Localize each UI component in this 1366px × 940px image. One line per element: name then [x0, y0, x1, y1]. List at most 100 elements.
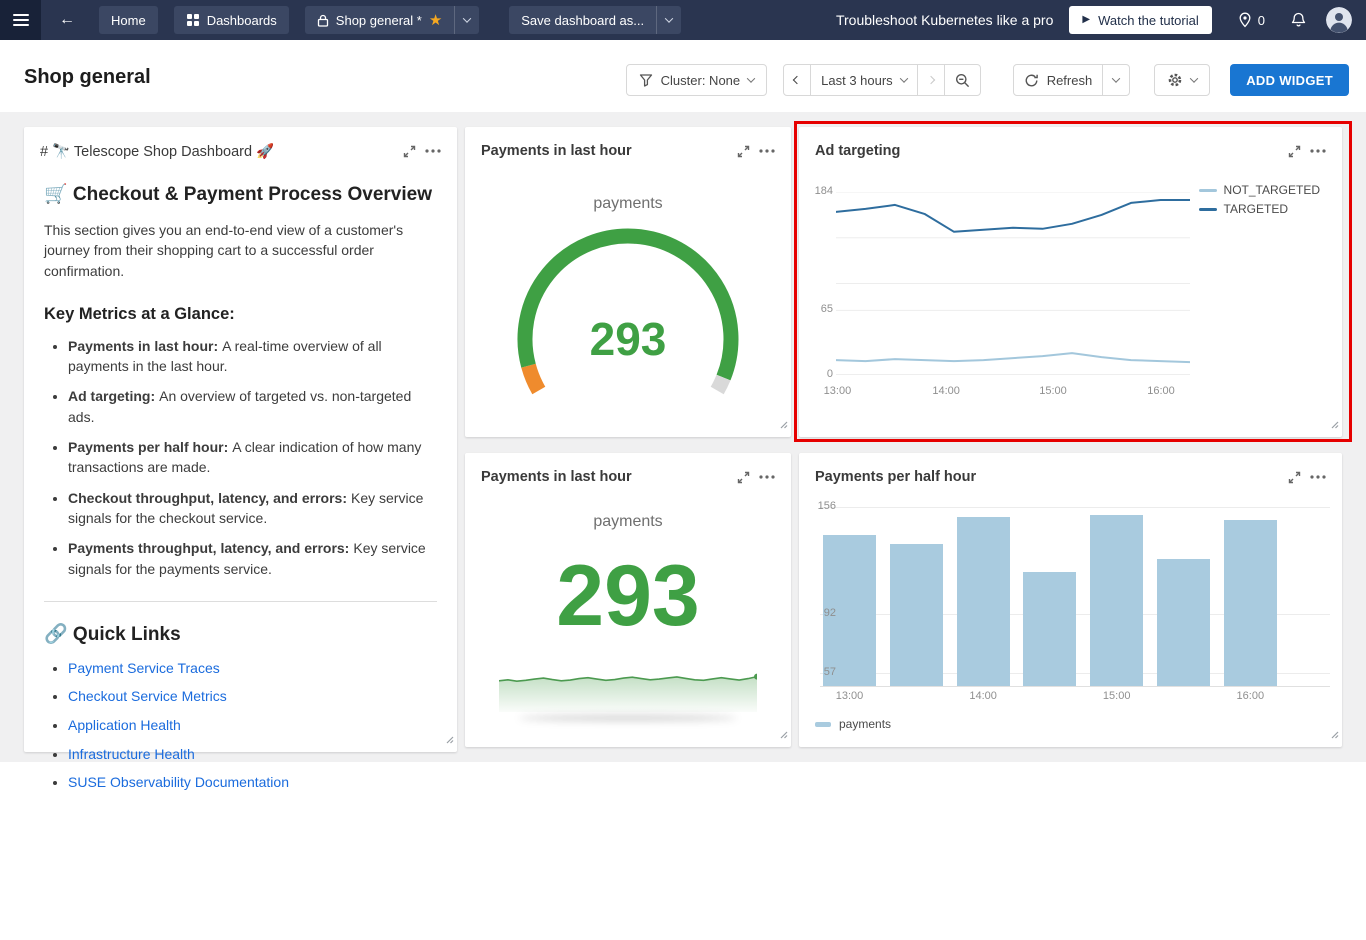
cluster-filter-label: Cluster: None [661, 73, 740, 88]
user-avatar[interactable] [1326, 7, 1352, 33]
refresh-label: Refresh [1047, 73, 1093, 88]
notifications-button[interactable] [1291, 12, 1306, 28]
chevron-right-icon [926, 76, 934, 84]
list-item: SUSE Observability Documentation [68, 773, 437, 793]
time-back-button[interactable] [784, 65, 810, 95]
filter-icon [639, 73, 653, 87]
widget-title: Payments in last hour [481, 469, 731, 485]
home-label: Home [111, 13, 146, 28]
gauge-arc-remainder [717, 378, 723, 391]
page-header: Shop general Cluster: None Last 3 hours … [0, 40, 1366, 112]
widget-menu-button[interactable] [755, 140, 779, 162]
chevron-left-icon [793, 76, 801, 84]
widget-payments-gauge: Payments in last hour payments 293 [465, 127, 791, 437]
ellipsis-icon [759, 475, 775, 479]
dashboards-grid-icon [186, 13, 200, 27]
watch-tutorial-button[interactable]: ▶ Watch the tutorial [1069, 6, 1211, 34]
promo-text: Troubleshoot Kubernetes like a pro [836, 12, 1053, 28]
link-suse-observability-documentation[interactable]: SUSE Observability Documentation [68, 774, 289, 790]
series-label: payments [465, 195, 791, 213]
bar-16:00 [1224, 520, 1277, 686]
widget-menu-button[interactable] [755, 466, 779, 488]
legend-swatch [1199, 189, 1217, 192]
bar-14:00 [957, 517, 1010, 686]
time-range-label: Last 3 hours [821, 73, 893, 88]
list-item: Infrastructure Health [68, 745, 437, 765]
refresh-icon [1024, 73, 1039, 88]
line-chart [836, 192, 1190, 375]
save-dashboard-as-button[interactable]: Save dashboard as... [509, 6, 656, 34]
expand-widget-button[interactable] [731, 140, 755, 162]
chevron-down-icon [899, 74, 907, 82]
gauge-chart: 293 [488, 217, 768, 429]
resize-handle[interactable] [1331, 416, 1339, 434]
time-range-button[interactable]: Last 3 hours [810, 65, 917, 95]
y-axis-labels: 1569257 [799, 500, 836, 686]
time-forward-button[interactable] [917, 65, 944, 95]
gauge-value: 293 [590, 313, 667, 365]
person-icon [1326, 7, 1352, 33]
ellipsis-icon [1310, 475, 1326, 479]
legend-item-TARGETED[interactable]: TARGETED [1199, 202, 1320, 216]
expand-widget-button[interactable] [397, 140, 421, 162]
sparkline-chart [499, 660, 757, 712]
resize-handle[interactable] [1331, 726, 1339, 744]
metric-value: 293 [465, 553, 791, 639]
bar-chart [820, 500, 1330, 686]
link-application-health[interactable]: Application Health [68, 717, 181, 733]
link-payment-service-traces[interactable]: Payment Service Traces [68, 660, 220, 676]
dashboard-toolbar: Cluster: None Last 3 hours Refresh [626, 64, 1349, 96]
widget-menu-button[interactable] [421, 140, 445, 162]
legend-label: payments [839, 717, 891, 731]
expand-widget-button[interactable] [731, 466, 755, 488]
resize-handle[interactable] [780, 416, 788, 434]
dashboards-button[interactable]: Dashboards [174, 6, 289, 34]
dashboard-switcher-chevron[interactable] [454, 6, 479, 34]
settings-button[interactable] [1154, 64, 1210, 96]
top-navigation-bar: ← Home Dashboards Shop general * ★ Save … [0, 0, 1366, 40]
resize-icon [780, 421, 788, 429]
widget-menu-button[interactable] [1306, 466, 1330, 488]
favorite-star-icon[interactable]: ★ [429, 13, 442, 28]
cluster-filter-button[interactable]: Cluster: None [626, 64, 767, 96]
expand-icon [736, 470, 751, 485]
play-icon: ▶ [1082, 15, 1090, 25]
home-button[interactable]: Home [99, 6, 158, 34]
x-axis-labels: 13:0014:0015:0016:00 [836, 385, 1190, 399]
dashboard-switcher-button[interactable]: Shop general * ★ [305, 6, 454, 34]
refresh-button[interactable]: Refresh [1014, 65, 1103, 95]
legend-swatch [1199, 208, 1217, 211]
markdown-heading: 🛒 Checkout & Payment Process Overview [44, 182, 437, 206]
expand-widget-button[interactable] [1282, 466, 1306, 488]
expand-widget-button[interactable] [1282, 140, 1306, 162]
back-button[interactable]: ← [53, 6, 81, 34]
markdown-intro: This section gives you an end-to-end vie… [44, 220, 437, 281]
widget-menu-button[interactable] [1306, 140, 1330, 162]
menu-button[interactable] [0, 0, 41, 40]
quick-links-list: Payment Service Traces Checkout Service … [44, 659, 437, 793]
widget-markdown: # 🔭 Telescope Shop Dashboard 🚀 🛒 Checkou… [24, 127, 457, 752]
legend-item-payments[interactable]: payments [815, 717, 891, 731]
link-checkout-service-metrics[interactable]: Checkout Service Metrics [68, 688, 227, 704]
save-dashboard-chevron[interactable] [656, 6, 681, 34]
bar-15:30 [1157, 559, 1210, 686]
resize-handle[interactable] [446, 731, 454, 749]
divider [44, 601, 437, 602]
gear-icon [1167, 72, 1183, 88]
widget-title: Ad targeting [815, 143, 1282, 159]
widget-title: Payments in last hour [481, 143, 731, 159]
time-range-control: Last 3 hours [783, 64, 981, 96]
add-widget-button[interactable]: ADD WIDGET [1230, 64, 1349, 96]
resize-icon [1331, 731, 1339, 739]
resize-handle[interactable] [780, 726, 788, 744]
legend-item-NOT_TARGETED[interactable]: NOT_TARGETED [1199, 183, 1320, 197]
list-item: Payments throughput, latency, and errors… [68, 538, 437, 579]
link-infrastructure-health[interactable]: Infrastructure Health [68, 746, 195, 762]
pin-button[interactable]: 0 [1238, 12, 1265, 28]
zoom-out-button[interactable] [944, 65, 980, 95]
list-item: Checkout throughput, latency, and errors… [68, 488, 437, 529]
gauge-arc-start [529, 366, 539, 391]
list-item: Checkout Service Metrics [68, 687, 437, 707]
refresh-options-chevron[interactable] [1102, 65, 1129, 95]
dashboard-switcher: Shop general * ★ [305, 6, 479, 34]
